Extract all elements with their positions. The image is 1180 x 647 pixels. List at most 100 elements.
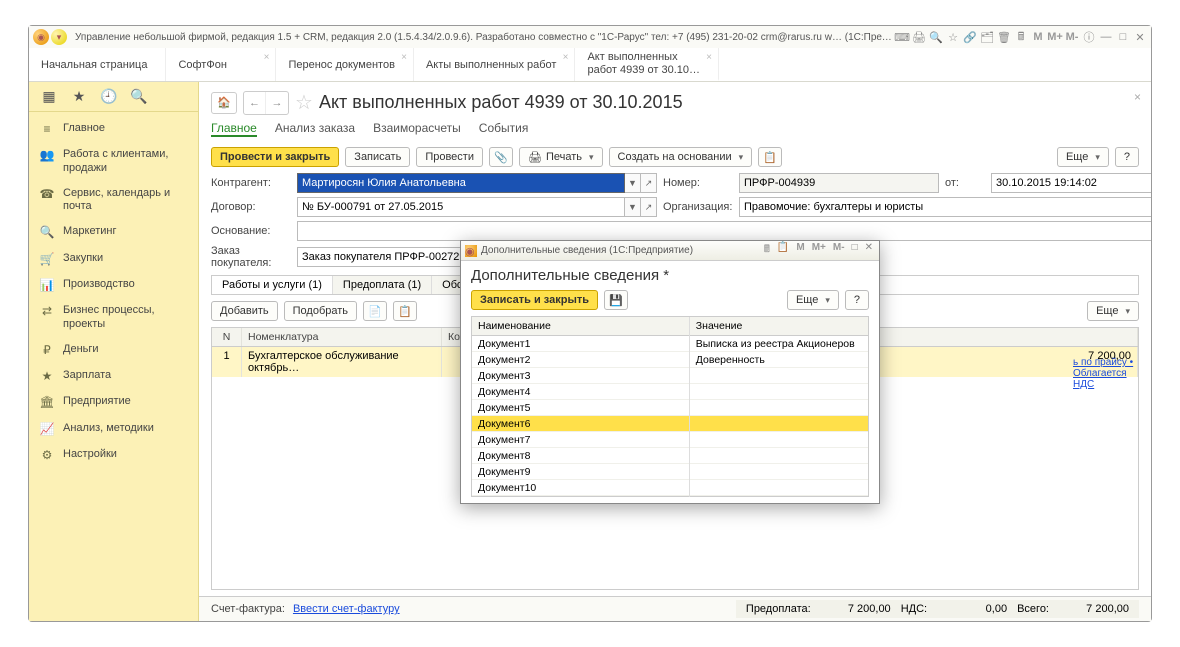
- home-button[interactable]: 🏠: [211, 92, 237, 114]
- grid-icon[interactable]: ▦: [39, 88, 59, 105]
- close-icon[interactable]: ✕: [1133, 30, 1147, 44]
- tb-help-icon[interactable]: ⓘ: [1082, 30, 1096, 44]
- close-icon[interactable]: ×: [264, 52, 270, 63]
- tb-icon-6[interactable]: 🗂: [980, 30, 994, 44]
- post-and-close-button[interactable]: Провести и закрыть: [211, 147, 339, 167]
- tb-icon-4[interactable]: ☆: [946, 30, 960, 44]
- maximize-icon[interactable]: □: [1116, 30, 1130, 44]
- grid-more-dropdown[interactable]: Еще: [1087, 301, 1139, 321]
- input-number[interactable]: ПРФР-004939: [739, 173, 939, 193]
- search-icon[interactable]: 🔍: [129, 88, 149, 105]
- section-tab-settlements[interactable]: Взаиморасчеты: [373, 121, 461, 137]
- more-dropdown[interactable]: Еще: [1057, 147, 1109, 167]
- tab-transfer[interactable]: Перенос документов×: [276, 48, 414, 81]
- close-icon[interactable]: ×: [563, 52, 569, 63]
- tb-icon-5[interactable]: 🔗: [963, 30, 977, 44]
- sidebar-item[interactable]: 🔍Маркетинг: [29, 219, 198, 245]
- input-basis[interactable]: ▼↗: [297, 221, 1151, 241]
- input-date[interactable]: 30.10.2015 19:14:02📅: [991, 173, 1151, 193]
- create-based-on-dropdown[interactable]: Создать на основании: [609, 147, 753, 167]
- tb-mem-mplus[interactable]: M+: [1048, 30, 1062, 44]
- tb-icon-8[interactable]: 🖩: [1014, 30, 1028, 44]
- sidebar-item[interactable]: ⚙Настройки: [29, 442, 198, 468]
- sidebar-item[interactable]: ☎Сервис, календарь и почта: [29, 181, 198, 219]
- open-icon[interactable]: ↗: [641, 197, 657, 217]
- copy-button[interactable]: 📄: [363, 301, 387, 321]
- favorites-icon[interactable]: ★: [69, 88, 89, 105]
- sidebar-item[interactable]: ★Зарплата: [29, 363, 198, 389]
- section-tab-analysis[interactable]: Анализ заказа: [275, 121, 355, 137]
- save-button[interactable]: Записать: [345, 147, 410, 167]
- inner-tab-works[interactable]: Работы и услуги (1): [212, 276, 333, 294]
- col-nomen[interactable]: Номенклатура: [242, 328, 442, 346]
- doc-toolbar: Провести и закрыть Записать Провести 📎 🖨…: [199, 143, 1151, 173]
- sidebar-item[interactable]: 🏛Предприятие: [29, 389, 198, 415]
- help-button[interactable]: ?: [1115, 147, 1139, 167]
- sidebar-item[interactable]: ≡Главное: [29, 116, 198, 142]
- tb-icon-2[interactable]: 🖨: [912, 30, 926, 44]
- post-button[interactable]: Провести: [416, 147, 483, 167]
- sidebar: ▦ ★ 🕘 🔍 ≡Главное👥Работа с клиентами, про…: [29, 82, 199, 621]
- chevron-down-icon[interactable]: ▼: [625, 197, 641, 217]
- attach-button[interactable]: 📎: [489, 147, 513, 167]
- forward-button[interactable]: →: [266, 92, 288, 114]
- back-button[interactable]: ←: [244, 92, 266, 114]
- minimize-icon[interactable]: —: [1099, 30, 1113, 44]
- extra-info-button[interactable]: 📋: [758, 147, 782, 167]
- favorite-star-icon[interactable]: ☆: [295, 90, 313, 115]
- tab-softfon[interactable]: СофтФон×: [166, 48, 276, 81]
- modal-maximize-icon[interactable]: □: [850, 242, 860, 259]
- sidebar-item[interactable]: 📊Производство: [29, 272, 198, 298]
- m-icon-1[interactable]: 🖩: [762, 242, 772, 259]
- modal-more-dropdown[interactable]: Еще: [787, 290, 839, 310]
- mg-col-name[interactable]: Наименование: [472, 317, 690, 335]
- modal-save-button[interactable]: 💾: [604, 290, 628, 310]
- close-icon[interactable]: ×: [401, 52, 407, 63]
- section-tab-main[interactable]: Главное: [211, 121, 257, 137]
- modal-row[interactable]: Документ10: [472, 480, 868, 496]
- paste-button[interactable]: 📋: [393, 301, 417, 321]
- tab-home[interactable]: Начальная страница: [29, 48, 166, 81]
- modal-save-close-button[interactable]: Записать и закрыть: [471, 290, 598, 310]
- sidebar-label: Сервис, календарь и почта: [63, 187, 188, 213]
- panel-close-icon[interactable]: ×: [1134, 90, 1141, 104]
- close-icon[interactable]: ×: [706, 52, 712, 64]
- modal-help-button[interactable]: ?: [845, 290, 869, 310]
- sidebar-item[interactable]: 📈Анализ, методики: [29, 416, 198, 442]
- tab-acts[interactable]: Акты выполненных работ×: [414, 48, 576, 81]
- tab-act-doc[interactable]: Акт выполненныхработ 4939 от 30.10…×: [575, 48, 719, 81]
- app-icon-menu[interactable]: ▾: [51, 29, 67, 45]
- enter-invoice-link[interactable]: Ввести счет-фактуру: [293, 603, 400, 615]
- tb-mem-mminus[interactable]: M-: [1065, 30, 1079, 44]
- inner-tab-prepay[interactable]: Предоплата (1): [333, 276, 432, 294]
- sidebar-item[interactable]: ⇄Бизнес процессы, проекты: [29, 298, 198, 336]
- col-n[interactable]: N: [212, 328, 242, 346]
- mg-col-value[interactable]: Значение: [690, 317, 868, 335]
- m-mem-m[interactable]: M: [794, 242, 806, 259]
- pricing-link[interactable]: ь по прайсу • Облагается НДС: [1061, 357, 1151, 390]
- m-mem-mminus[interactable]: M-: [831, 242, 847, 259]
- modal-close-icon[interactable]: ✕: [863, 242, 875, 259]
- m-mem-mplus[interactable]: M+: [810, 242, 828, 259]
- add-row-button[interactable]: Добавить: [211, 301, 278, 321]
- app-icon-main[interactable]: ◉: [33, 29, 49, 45]
- input-organization[interactable]: Правомочие: бухгалтеры и юристы▼↗: [739, 197, 1151, 217]
- sidebar-item[interactable]: 👥Работа с клиентами, продажи: [29, 142, 198, 180]
- pick-row-button[interactable]: Подобрать: [284, 301, 357, 321]
- print-dropdown[interactable]: 🖨 Печать: [519, 147, 603, 167]
- tb-mem-m[interactable]: M: [1031, 30, 1045, 44]
- sidebar-label: Работа с клиентами, продажи: [63, 148, 188, 174]
- input-contract[interactable]: № БУ-000791 от 27.05.2015▼↗: [297, 197, 657, 217]
- section-tab-events[interactable]: События: [479, 121, 529, 137]
- chevron-down-icon[interactable]: ▼: [625, 173, 641, 193]
- window-title: Управление небольшой фирмой, редакция 1.…: [75, 32, 895, 43]
- tb-icon-1[interactable]: ⌨: [895, 30, 909, 44]
- input-contragent[interactable]: Мартиросян Юлия Анатольевна ▼ ↗: [297, 173, 657, 193]
- tb-icon-7[interactable]: 🗑: [997, 30, 1011, 44]
- history-icon[interactable]: 🕘: [99, 88, 119, 105]
- sidebar-item[interactable]: ₽Деньги: [29, 337, 198, 363]
- tb-icon-3[interactable]: 🔍: [929, 30, 943, 44]
- m-icon-2[interactable]: 📋: [775, 242, 791, 259]
- open-icon[interactable]: ↗: [641, 173, 657, 193]
- sidebar-item[interactable]: 🛒Закупки: [29, 246, 198, 272]
